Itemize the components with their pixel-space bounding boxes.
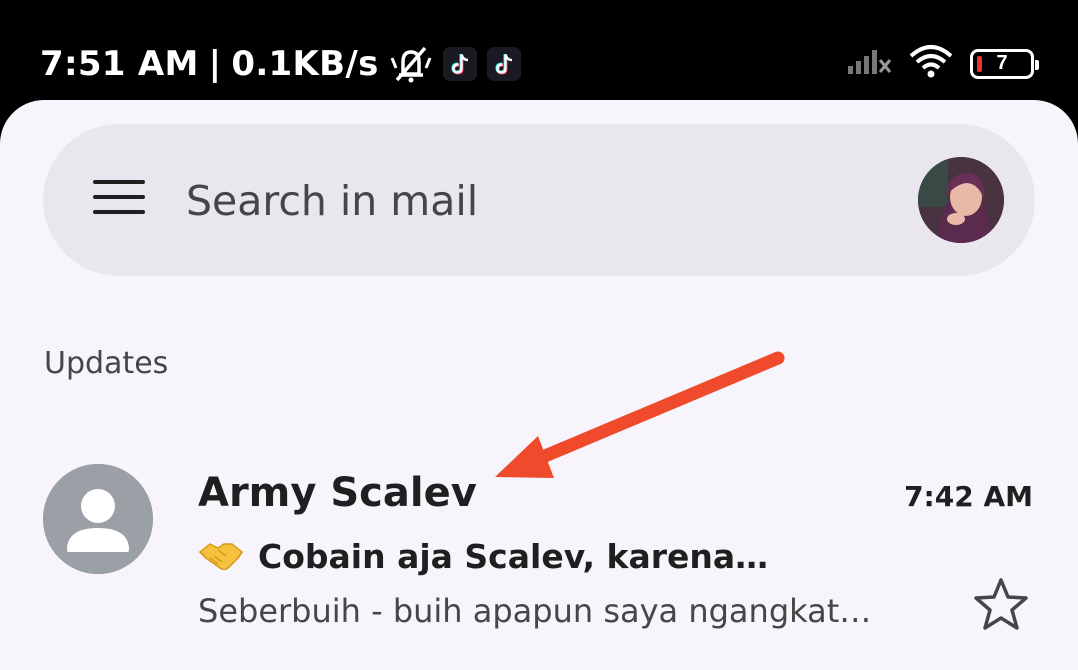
handshake-icon	[198, 536, 244, 576]
subject-row: Cobain aja Scalev, karena…	[198, 536, 768, 576]
tiktok-icon	[486, 47, 521, 81]
search-input[interactable]: Search in mail	[186, 176, 786, 226]
sender-name: Army Scalev	[198, 470, 477, 516]
status-right: 7	[846, 44, 1039, 83]
gmail-app: Search in mail Updates Army Scalev 7:42 …	[0, 100, 1078, 670]
mail-subject: Cobain aja Scalev, karena…	[258, 536, 769, 576]
status-left: 7:51 AM | 0.1KB/s	[40, 44, 521, 84]
status-separator: |	[208, 44, 222, 84]
wifi-icon	[908, 44, 954, 83]
battery-level: 7	[996, 52, 1008, 74]
battery-icon: 7	[970, 48, 1039, 79]
battery-low-indicator	[977, 55, 982, 72]
account-avatar[interactable]	[918, 157, 1004, 243]
menu-icon[interactable]	[93, 180, 145, 220]
tiktok-icon	[442, 47, 477, 81]
mail-list-item[interactable]: Army Scalev 7:42 AM Cobain aja Scalev, k…	[0, 450, 1078, 630]
status-bar: 7:51 AM | 0.1KB/s 7	[0, 0, 1078, 100]
mail-time: 7:42 AM	[904, 480, 1033, 513]
search-bar[interactable]: Search in mail	[43, 124, 1035, 276]
sender-avatar-icon	[43, 464, 153, 574]
network-speed: 0.1KB/s	[231, 44, 379, 84]
star-icon[interactable]	[972, 576, 1030, 632]
mute-icon	[389, 44, 433, 84]
mail-snippet: Seberbuih - buih apapun saya ngangkat…	[198, 592, 872, 630]
signal-icon	[846, 46, 892, 81]
status-time: 7:51 AM	[40, 44, 199, 84]
section-label-updates: Updates	[44, 346, 169, 381]
